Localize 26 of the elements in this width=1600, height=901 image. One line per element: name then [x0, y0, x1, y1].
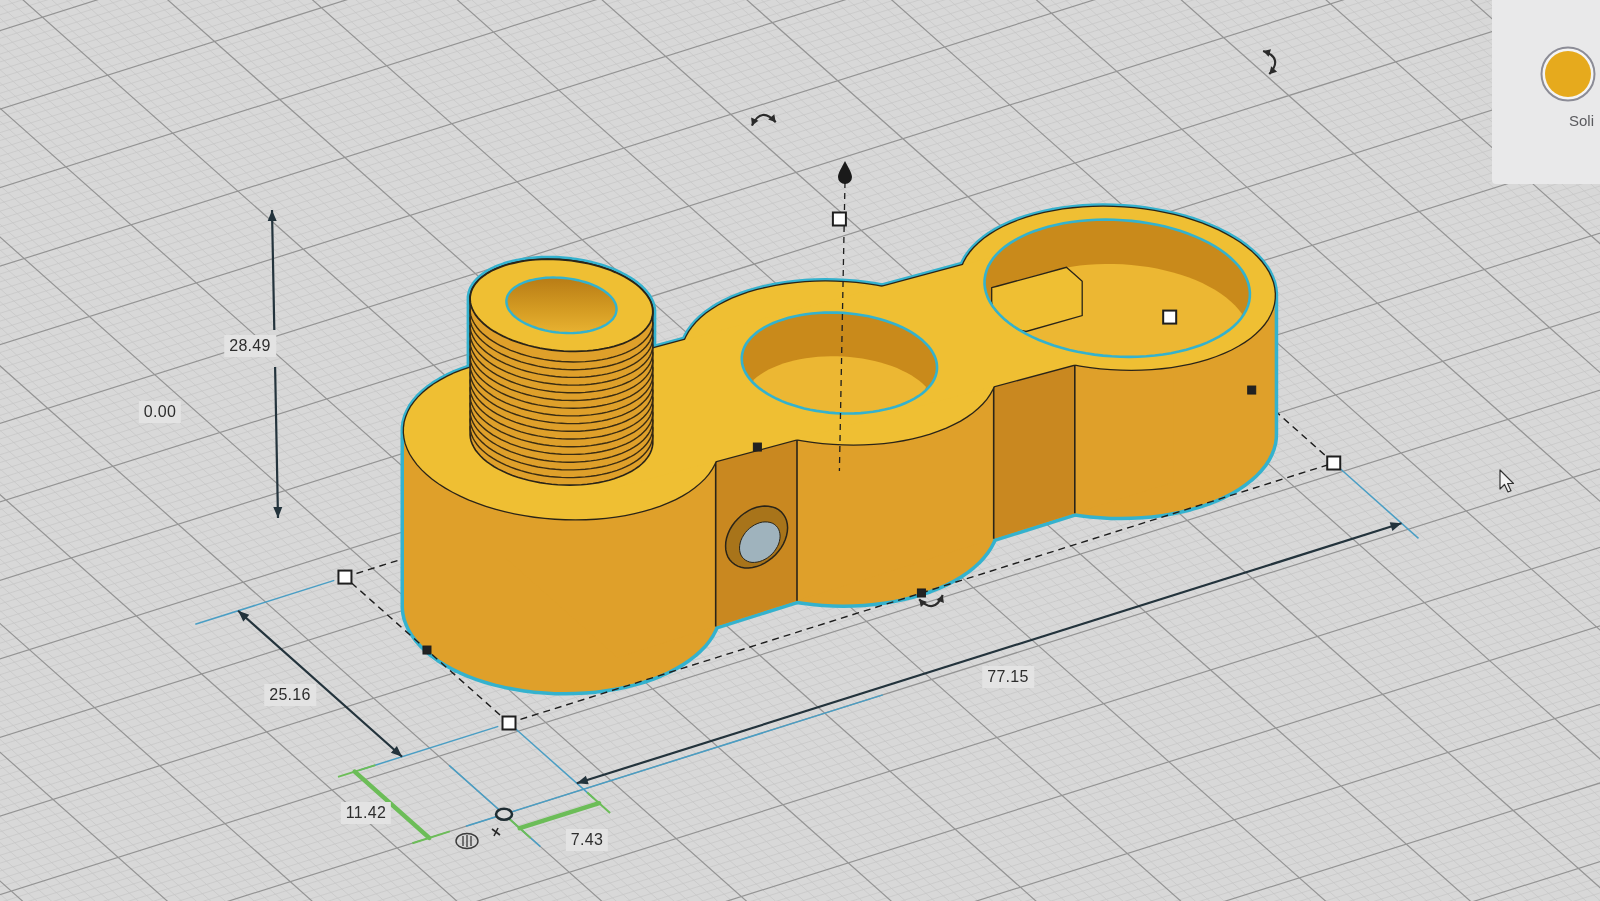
- swatch-label[interactable]: Soli: [1569, 112, 1596, 129]
- lift-cone-icon[interactable]: [838, 161, 852, 184]
- cross-mark-icon[interactable]: [491, 827, 501, 837]
- rotate-arrow-icon[interactable]: [750, 113, 777, 127]
- corner-resize-handle[interactable]: [501, 715, 517, 731]
- corner-resize-handle[interactable]: [337, 569, 353, 585]
- color-swatch-icon[interactable]: [1540, 46, 1596, 102]
- striped-circle-icon[interactable]: [455, 832, 479, 850]
- dimension-label[interactable]: 0.00: [138, 401, 182, 423]
- height-handle[interactable]: [831, 211, 847, 227]
- cursor-icon: [1499, 469, 1515, 493]
- dimension-label[interactable]: 28.49: [224, 335, 276, 357]
- edge-resize-handle[interactable]: [422, 645, 432, 655]
- edge-resize-handle[interactable]: [916, 588, 926, 598]
- rotate-arrow-icon[interactable]: [1262, 49, 1278, 75]
- corner-resize-handle[interactable]: [1162, 309, 1178, 325]
- rotate-arrow-icon[interactable]: [918, 594, 944, 608]
- dimension-label[interactable]: 25.16: [264, 684, 316, 706]
- edge-resize-handle[interactable]: [1247, 385, 1257, 395]
- dimension-label[interactable]: 7.43: [565, 829, 609, 851]
- dimension-label[interactable]: 77.15: [982, 666, 1034, 688]
- corner-resize-handle[interactable]: [1326, 455, 1342, 471]
- edge-resize-handle[interactable]: [752, 442, 762, 452]
- dimension-label[interactable]: 11.42: [340, 802, 392, 824]
- ruler-origin-handle[interactable]: [494, 807, 514, 822]
- 3d-model[interactable]: [400, 203, 1279, 696]
